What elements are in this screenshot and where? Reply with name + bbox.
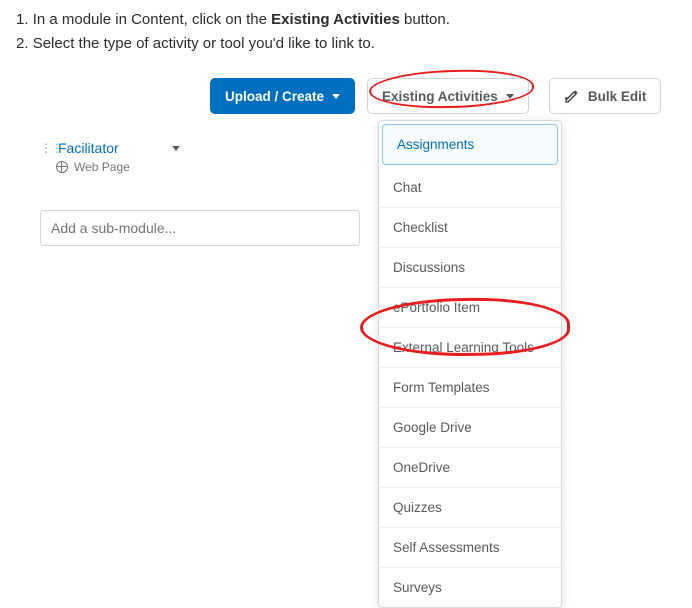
- instr1-bold: Existing Activities: [271, 11, 400, 28]
- dropdown-item-onedrive[interactable]: OneDrive: [379, 448, 561, 488]
- instr1-post: button.: [400, 11, 450, 28]
- dropdown-item-chat[interactable]: Chat: [379, 168, 561, 208]
- instr1-pre: In a module in Content, click on the: [33, 11, 271, 28]
- bulk-edit-label: Bulk Edit: [588, 89, 647, 104]
- instruction-step-1: In a module in Content, click on the Exi…: [16, 8, 682, 32]
- toolbar: Upload / Create Existing Activities Bulk…: [210, 78, 680, 114]
- bulk-edit-button[interactable]: Bulk Edit: [549, 78, 662, 114]
- screenshot-area: Upload / Create Existing Activities Bulk…: [210, 78, 680, 114]
- web-page-indicator: Web Page: [56, 160, 180, 174]
- instructions: In a module in Content, click on the Exi…: [0, 0, 692, 68]
- chevron-down-icon: [332, 94, 340, 99]
- globe-icon: [56, 161, 68, 173]
- dropdown-item-eportfolio-item[interactable]: ePortfolio Item: [379, 288, 561, 328]
- existing-activities-dropdown: AssignmentsChatChecklistDiscussionsePort…: [378, 120, 562, 608]
- chevron-down-icon: [506, 94, 514, 99]
- existing-activities-button[interactable]: Existing Activities: [367, 78, 529, 114]
- dropdown-item-discussions[interactable]: Discussions: [379, 248, 561, 288]
- web-page-label: Web Page: [74, 160, 130, 174]
- dropdown-item-quizzes[interactable]: Quizzes: [379, 488, 561, 528]
- dropdown-item-form-templates[interactable]: Form Templates: [379, 368, 561, 408]
- module-item: ⋮⋮ Facilitator Web Page: [40, 140, 180, 174]
- upload-create-label: Upload / Create: [225, 89, 324, 104]
- dropdown-item-assignments[interactable]: Assignments: [382, 124, 558, 165]
- drag-handle-icon[interactable]: ⋮⋮: [40, 141, 52, 155]
- dropdown-item-self-assessments[interactable]: Self Assessments: [379, 528, 561, 568]
- upload-create-button[interactable]: Upload / Create: [210, 78, 355, 114]
- add-sub-module-input[interactable]: [40, 210, 360, 246]
- dropdown-item-external-learning-tools[interactable]: External Learning Tools: [379, 328, 561, 368]
- existing-activities-label: Existing Activities: [382, 89, 498, 104]
- chevron-down-icon[interactable]: [172, 146, 180, 151]
- instruction-step-2: Select the type of activity or tool you'…: [16, 32, 682, 56]
- dropdown-item-surveys[interactable]: Surveys: [379, 568, 561, 607]
- dropdown-item-google-drive[interactable]: Google Drive: [379, 408, 561, 448]
- facilitator-item[interactable]: ⋮⋮ Facilitator: [40, 140, 180, 156]
- dropdown-item-checklist[interactable]: Checklist: [379, 208, 561, 248]
- pencil-edit-icon: [564, 88, 580, 104]
- facilitator-label: Facilitator: [58, 140, 119, 156]
